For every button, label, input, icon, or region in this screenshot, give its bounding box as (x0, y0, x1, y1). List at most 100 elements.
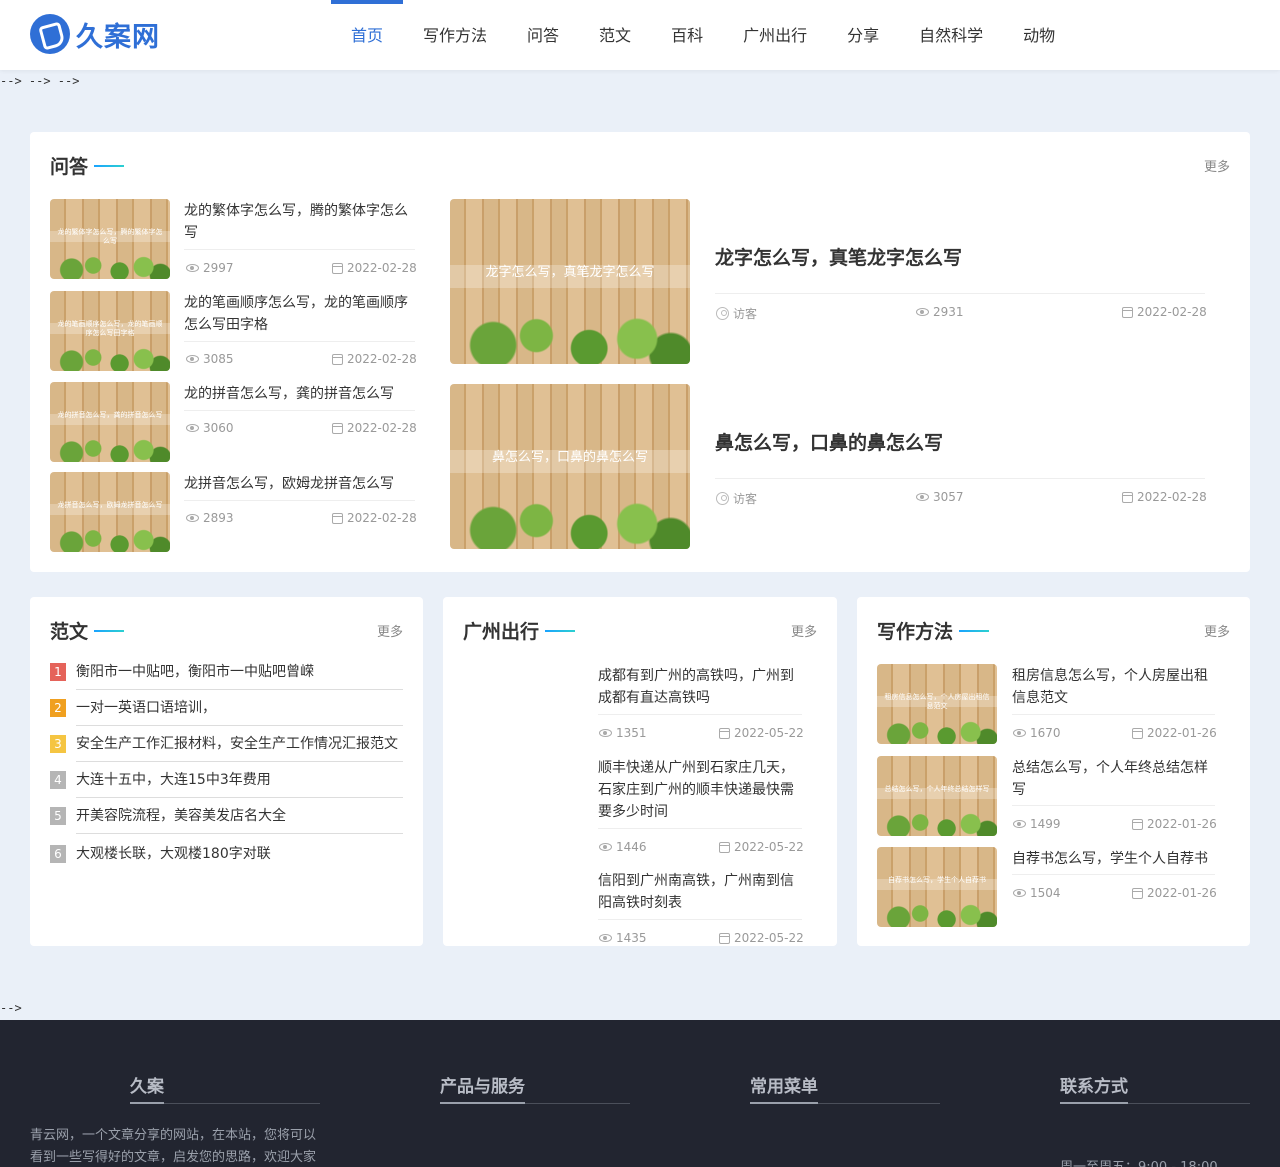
publish-date: 2022-02-28 (332, 261, 417, 275)
more-link[interactable]: 更多 (791, 621, 817, 640)
article-thumbnail[interactable]: 龙的笔画顺序怎么写，龙的笔画顺序怎么写田字格 (50, 291, 170, 371)
rank-number: 1 (50, 663, 66, 681)
footer-col-title: 联系方式 (1060, 1077, 1128, 1097)
footer-col-title: 产品与服务 (440, 1077, 525, 1097)
featured-thumbnail[interactable]: 龙字怎么写，真笔龙字怎么写 (450, 199, 690, 364)
ranking-title[interactable]: 大观楼长联，大观楼180字对联 (76, 843, 271, 863)
rank-number: 6 (50, 845, 66, 863)
article-title[interactable]: 龙的繁体字怎么写，腾的繁体字怎么写 (184, 200, 416, 244)
article-title[interactable]: 自荐书怎么写，学生个人自荐书 (1012, 848, 1217, 870)
featured-thumbnail[interactable]: 鼻怎么写，口鼻的鼻怎么写 (450, 384, 690, 549)
view-count: 1670 (1013, 726, 1061, 740)
article-thumbnail[interactable]: 租房信息怎么写，个人房屋出租信息范文 (877, 664, 997, 744)
publish-date: 2022-02-28 (332, 352, 417, 366)
site-header: 久案网 首页 写作方法 问答 范文 百科 广州出行 分享 自然科学 动物 (0, 0, 1280, 70)
section-title: 范文 (50, 617, 125, 644)
nav-item-animals[interactable]: 动物 (1003, 0, 1075, 70)
nav-item-qa[interactable]: 问答 (507, 0, 579, 70)
article-title[interactable]: 总结怎么写，个人年终总结怎样写 (1012, 757, 1217, 801)
article-thumbnail[interactable]: 龙的拼音怎么写，龚的拼音怎么写 (50, 382, 170, 462)
calendar-icon (1122, 491, 1133, 503)
view-count: 2997 (186, 261, 234, 275)
publish-date: 2022-02-28 (332, 511, 417, 525)
calendar-icon (332, 353, 343, 365)
view-count: 1446 (599, 840, 647, 854)
publish-date: 2022-01-26 (1132, 726, 1217, 740)
featured-title[interactable]: 鼻怎么写，口鼻的鼻怎么写 (715, 428, 943, 455)
nav-item-guangzhou[interactable]: 广州出行 (723, 0, 827, 70)
nav-item-essays[interactable]: 范文 (579, 0, 651, 70)
article-title[interactable]: 顺丰快递从广州到石家庄几天，石家庄到广州的顺丰快递最快需要多少时间 (598, 757, 803, 823)
ranking-title[interactable]: 开美容院流程，美容美发店名大全 (76, 805, 286, 825)
eye-icon (1013, 889, 1026, 897)
article-thumbnail[interactable]: 龙拼音怎么写，欧姆龙拼音怎么写 (50, 472, 170, 552)
logo-icon (30, 14, 70, 54)
featured-title[interactable]: 龙字怎么写，真笔龙字怎么写 (715, 243, 962, 270)
ranking-item[interactable]: 1 衡阳市一中贴吧，衡阳市一中贴吧曾嵘 (50, 654, 403, 690)
stray-comment-text: --> (0, 1001, 22, 1015)
article-thumbnail[interactable]: 龙的繁体字怎么写，腾的繁体字怎么写 (50, 199, 170, 279)
more-link[interactable]: 更多 (1204, 621, 1230, 640)
publish-date: 2022-01-26 (1132, 886, 1217, 900)
author: 访客 (716, 305, 757, 322)
nav-item-science[interactable]: 自然科学 (899, 0, 1003, 70)
publish-date: 2022-02-28 (332, 421, 417, 435)
footer-col-title: 久案 (130, 1077, 164, 1097)
ranking-item[interactable]: 4 大连十五中，大连15中3年费用 (50, 762, 403, 798)
nav-item-wiki[interactable]: 百科 (651, 0, 723, 70)
footer-description: 青云网，一个文章分享的网站，在本站，您将可以看到一些写得好的文章，启发您的思路，… (30, 1128, 317, 1165)
rank-number: 4 (50, 771, 66, 789)
view-count: 1351 (599, 726, 647, 740)
section-title: 问答 (50, 152, 125, 179)
calendar-icon (332, 512, 343, 524)
ranking-title[interactable]: 大连十五中，大连15中3年费用 (76, 769, 271, 789)
rank-number: 5 (50, 807, 66, 825)
eye-icon (916, 308, 929, 316)
article-title[interactable]: 龙拼音怎么写，欧姆龙拼音怎么写 (184, 473, 416, 495)
view-count: 3085 (186, 352, 234, 366)
article-title[interactable]: 成都有到广州的高铁吗，广州到成都有直达高铁吗 (598, 665, 803, 709)
ranking-title[interactable]: 安全生产工作汇报材料，安全生产工作情况汇报范文 (76, 733, 398, 753)
eye-icon (186, 355, 199, 363)
logo[interactable]: 久案网 (30, 14, 160, 54)
article-thumbnail[interactable] (463, 664, 583, 744)
calendar-icon (332, 262, 343, 274)
nav-item-share[interactable]: 分享 (827, 0, 899, 70)
nav-item-writing[interactable]: 写作方法 (403, 0, 507, 70)
publish-date: 2022-05-22 (719, 931, 804, 945)
logo-text: 久案网 (76, 21, 160, 53)
calendar-icon (719, 932, 730, 944)
rank-number: 3 (50, 735, 66, 753)
view-count: 3057 (916, 490, 964, 504)
article-title[interactable]: 信阳到广州南高铁，广州南到信阳高铁时刻表 (598, 870, 803, 914)
view-count: 2931 (916, 305, 964, 319)
article-thumbnail[interactable]: 总结怎么写，个人年终总结怎样写 (877, 756, 997, 836)
ranking-item[interactable]: 5 开美容院流程，美容美发店名大全 (50, 798, 403, 834)
site-footer: 久案 产品与服务 常用菜单 联系方式 青云网，一个文章分享的网站，在本站，您将可… (0, 1020, 1280, 1167)
more-link[interactable]: 更多 (1204, 156, 1230, 175)
publish-date: 2022-05-22 (719, 840, 804, 854)
eye-icon (916, 493, 929, 501)
more-link[interactable]: 更多 (377, 621, 403, 640)
main-nav: 首页 写作方法 问答 范文 百科 广州出行 分享 自然科学 动物 (331, 0, 1075, 70)
calendar-icon (719, 841, 730, 853)
nav-item-home[interactable]: 首页 (331, 0, 404, 70)
article-title[interactable]: 龙的笔画顺序怎么写，龙的笔画顺序怎么写田字格 (184, 292, 416, 336)
article-thumbnail[interactable]: 自荐书怎么写，学生个人自荐书 (877, 847, 997, 927)
article-thumbnail[interactable] (463, 869, 583, 946)
eye-icon (1013, 729, 1026, 737)
ranking-item[interactable]: 3 安全生产工作汇报材料，安全生产工作情况汇报范文 (50, 726, 403, 762)
ranking-item[interactable]: 2 一对一英语口语培训， (50, 690, 403, 726)
article-thumbnail[interactable] (463, 756, 583, 836)
footer-col-title: 常用菜单 (750, 1077, 818, 1097)
view-count: 1504 (1013, 886, 1061, 900)
eye-icon (599, 934, 612, 942)
view-count: 3060 (186, 421, 234, 435)
section-title: 写作方法 (877, 617, 990, 644)
view-count: 1499 (1013, 817, 1061, 831)
article-title[interactable]: 龙的拼音怎么写，龚的拼音怎么写 (184, 383, 416, 405)
ranking-item[interactable]: 6 大观楼长联，大观楼180字对联 (50, 836, 403, 872)
article-title[interactable]: 租房信息怎么写，个人房屋出租信息范文 (1012, 665, 1217, 709)
ranking-title[interactable]: 一对一英语口语培训， (76, 697, 216, 717)
ranking-title[interactable]: 衡阳市一中贴吧，衡阳市一中贴吧曾嵘 (76, 661, 314, 681)
